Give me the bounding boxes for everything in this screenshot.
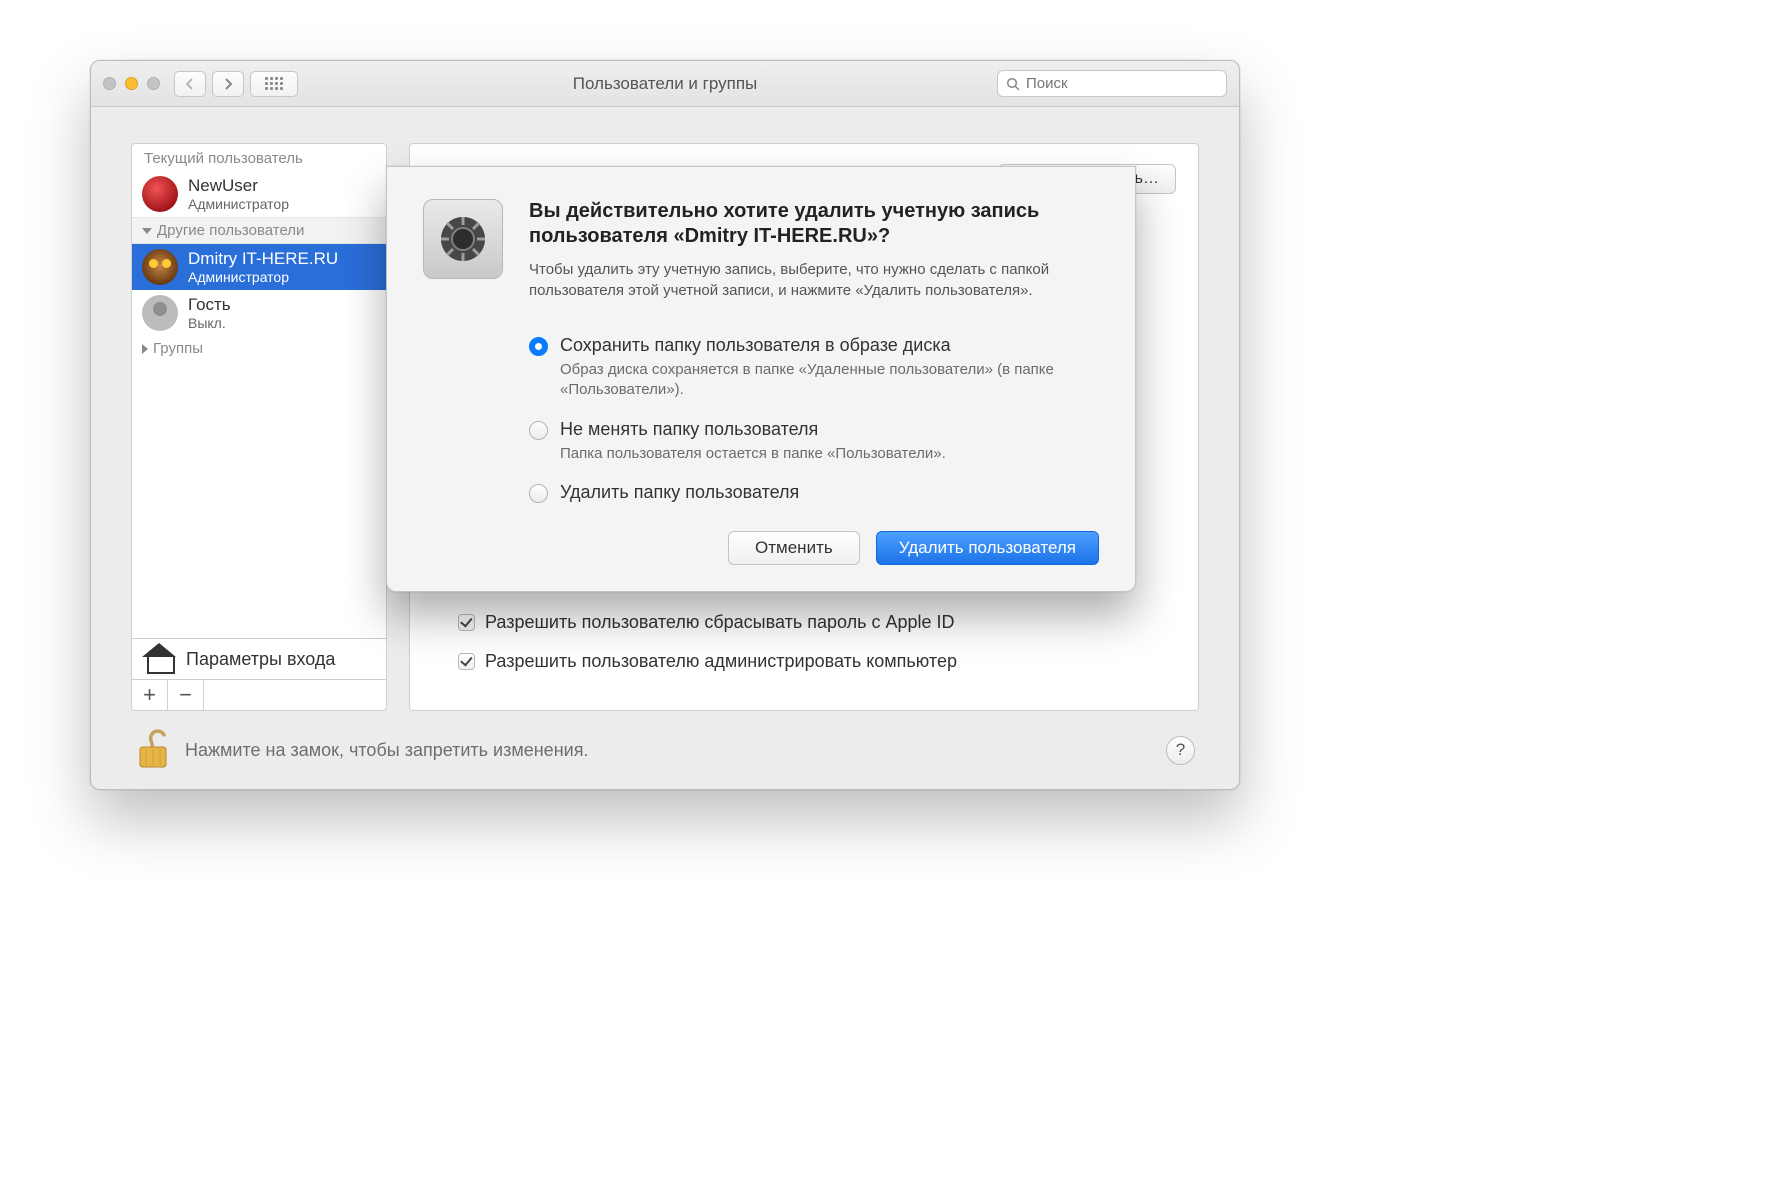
forward-button[interactable] bbox=[212, 71, 244, 97]
sidebar-header-current: Текущий пользователь bbox=[132, 144, 386, 171]
chevron-right-icon bbox=[142, 344, 148, 354]
user-row-dmitry[interactable]: Dmitry IT-HERE.RU Администратор bbox=[132, 244, 386, 290]
window-controls bbox=[103, 77, 160, 90]
avatar bbox=[142, 176, 178, 212]
dialog-description: Чтобы удалить эту учетную запись, выбери… bbox=[529, 259, 1099, 301]
radio-icon bbox=[529, 421, 548, 440]
nav-group bbox=[174, 71, 244, 97]
help-button[interactable]: ? bbox=[1166, 736, 1195, 765]
sidebar-header-groups[interactable]: Группы bbox=[132, 336, 386, 361]
lock-open-icon[interactable] bbox=[135, 729, 171, 771]
delete-user-button[interactable]: Удалить пользователя bbox=[876, 531, 1099, 565]
titlebar: Пользователи и группы bbox=[91, 61, 1239, 107]
login-options-label: Параметры входа bbox=[186, 649, 335, 670]
checkbox-label: Разрешить пользователю администрировать … bbox=[485, 651, 957, 672]
radio-icon bbox=[529, 337, 548, 356]
avatar bbox=[142, 249, 178, 285]
grid-icon bbox=[265, 77, 283, 90]
login-options-button[interactable]: Параметры входа bbox=[132, 638, 386, 679]
radio-option-delete-folder[interactable]: Удалить папку пользователя bbox=[529, 482, 1099, 503]
remove-user-button[interactable]: − bbox=[168, 680, 204, 710]
radio-label: Не менять папку пользователя bbox=[560, 419, 946, 440]
sidebar-header-groups-label: Группы bbox=[153, 340, 203, 357]
radio-label: Удалить папку пользователя bbox=[560, 482, 799, 503]
home-icon bbox=[142, 645, 176, 673]
checkbox-label: Разрешить пользователю сбрасывать пароль… bbox=[485, 612, 955, 633]
checkbox-icon bbox=[458, 653, 475, 670]
user-row-guest[interactable]: Гость Выкл. bbox=[132, 290, 386, 336]
user-role: Администратор bbox=[188, 196, 289, 212]
add-remove-bar: + − bbox=[132, 679, 386, 710]
system-preferences-icon bbox=[423, 199, 503, 279]
radio-icon bbox=[529, 484, 548, 503]
chevron-down-icon bbox=[142, 228, 152, 234]
search-icon bbox=[1006, 77, 1020, 91]
delete-user-dialog: Вы действительно хотите удалить учетную … bbox=[386, 166, 1136, 592]
show-all-button[interactable] bbox=[250, 71, 298, 97]
minimize-window-icon[interactable] bbox=[125, 77, 138, 90]
preferences-window: Пользователи и группы Текущий пользовате… bbox=[90, 60, 1240, 790]
close-window-icon[interactable] bbox=[103, 77, 116, 90]
user-role: Выкл. bbox=[188, 315, 231, 331]
radio-label: Сохранить папку пользователя в образе ди… bbox=[560, 335, 1099, 356]
sidebar-header-other[interactable]: Другие пользователи bbox=[132, 217, 386, 244]
checkbox-admin[interactable]: Разрешить пользователю администрировать … bbox=[458, 651, 957, 672]
search-input[interactable] bbox=[1026, 75, 1218, 92]
radio-option-keep-folder[interactable]: Не менять папку пользователя Папка польз… bbox=[529, 419, 1099, 464]
user-name: Гость bbox=[188, 295, 231, 315]
user-role: Администратор bbox=[188, 269, 338, 285]
lock-hint: Нажмите на замок, чтобы запретить измене… bbox=[185, 740, 588, 761]
footer: Нажмите на замок, чтобы запретить измене… bbox=[131, 711, 1199, 771]
user-row-newuser[interactable]: NewUser Администратор bbox=[132, 171, 386, 217]
avatar bbox=[142, 295, 178, 331]
checkbox-icon bbox=[458, 614, 475, 631]
sidebar-header-other-label: Другие пользователи bbox=[157, 222, 304, 239]
radio-sublabel: Образ диска сохраняется в папке «Удаленн… bbox=[560, 360, 1099, 401]
radio-option-save-image[interactable]: Сохранить папку пользователя в образе ди… bbox=[529, 335, 1099, 401]
checkbox-reset-appleid[interactable]: Разрешить пользователю сбрасывать пароль… bbox=[458, 612, 957, 633]
add-user-button[interactable]: + bbox=[132, 680, 168, 710]
search-field[interactable] bbox=[997, 70, 1227, 97]
user-name: Dmitry IT-HERE.RU bbox=[188, 249, 338, 269]
maximize-window-icon[interactable] bbox=[147, 77, 160, 90]
dialog-title: Вы действительно хотите удалить учетную … bbox=[529, 199, 1099, 249]
user-name: NewUser bbox=[188, 176, 289, 196]
users-sidebar: Текущий пользователь NewUser Администрат… bbox=[131, 143, 387, 711]
cancel-button[interactable]: Отменить bbox=[728, 531, 860, 565]
back-button[interactable] bbox=[174, 71, 206, 97]
radio-sublabel: Папка пользователя остается в папке «Пол… bbox=[560, 444, 946, 464]
